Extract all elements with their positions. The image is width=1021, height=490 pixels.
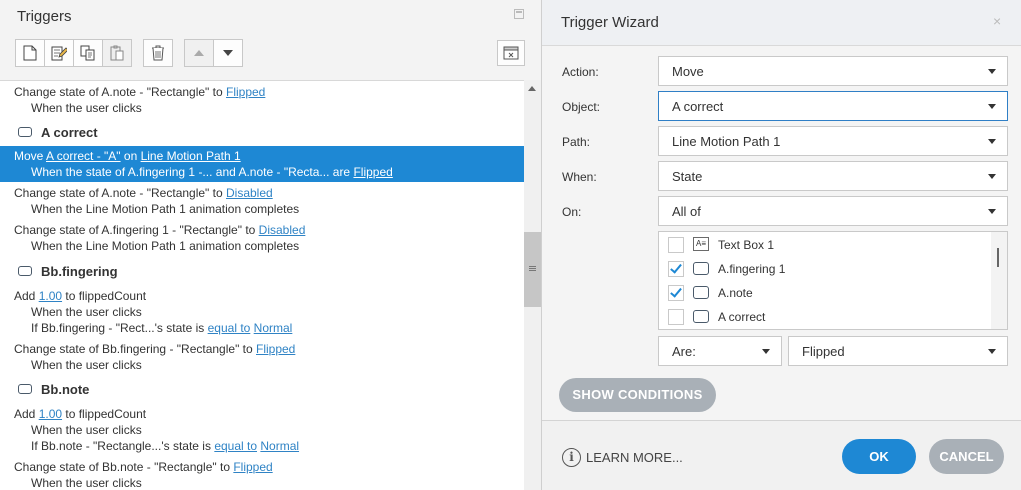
object-select[interactable]: A correct — [658, 91, 1008, 121]
rectangle-icon — [18, 266, 32, 276]
trigger-list-scrollbar[interactable] — [524, 80, 541, 490]
window-close-icon — [503, 46, 519, 60]
scrollbar-thumb[interactable] — [997, 248, 999, 267]
checkmark-icon — [670, 261, 682, 274]
triggers-panel-title: Triggers — [17, 8, 72, 25]
chevron-down-icon — [988, 69, 996, 74]
ok-button[interactable]: OK — [842, 439, 916, 474]
paste-icon — [110, 45, 124, 61]
move-down-button[interactable] — [213, 39, 243, 67]
chevron-down-icon — [988, 174, 996, 179]
chevron-down-icon — [988, 209, 996, 214]
checkbox[interactable] — [668, 309, 684, 325]
paste-trigger-button[interactable] — [102, 39, 132, 67]
path-link[interactable]: Line Motion Path 1 — [141, 149, 241, 163]
checkbox[interactable] — [668, 237, 684, 253]
rectangle-icon — [693, 262, 709, 275]
wizard-footer: i LEARN MORE... OK CANCEL — [542, 420, 1021, 490]
trigger-row[interactable]: Add 1.00 to flippedCount When the user c… — [0, 287, 524, 337]
value-link[interactable]: 1.00 — [39, 407, 62, 421]
wizard-title: Trigger Wizard — [561, 14, 659, 31]
path-label: Path: — [562, 135, 591, 149]
trigger-group-header[interactable]: A correct — [0, 125, 524, 143]
chevron-down-icon — [762, 349, 770, 354]
trigger-row[interactable]: Change state of Bb.fingering - "Rectangl… — [0, 340, 524, 374]
edit-trigger-button[interactable] — [44, 39, 74, 67]
trigger-row[interactable]: Change state of Bb.note - "Rectangle" to… — [0, 458, 524, 490]
trigger-row[interactable]: Add 1.00 to flippedCount When the user c… — [0, 405, 524, 455]
restore-panel-icon[interactable] — [514, 9, 524, 19]
new-document-icon — [23, 45, 37, 61]
object-checklist: A≡ Text Box 1 A.fingering 1 A.note A cor… — [658, 231, 1008, 330]
operator-link[interactable]: equal to — [214, 439, 257, 453]
triggers-toolbar — [15, 39, 243, 67]
edit-icon — [51, 46, 67, 61]
learn-more-link[interactable]: LEARN MORE... — [586, 450, 683, 465]
grip-icon — [529, 266, 536, 267]
state-link[interactable]: Normal — [254, 321, 293, 335]
info-icon[interactable]: i — [562, 448, 581, 467]
on-select[interactable]: All of — [658, 196, 1008, 226]
object-checklist-item[interactable]: A≡ Text Box 1 — [659, 233, 991, 257]
object-link[interactable]: A correct - "A" — [46, 149, 121, 163]
copy-trigger-button[interactable] — [73, 39, 103, 67]
operator-link[interactable]: equal to — [208, 321, 251, 335]
trigger-options-button[interactable] — [497, 40, 525, 66]
state-link[interactable]: Flipped — [353, 165, 392, 179]
object-label: Object: — [562, 100, 601, 114]
state-link[interactable]: Disabled — [259, 223, 306, 237]
when-label: When: — [562, 170, 597, 184]
text-box-icon: A≡ — [693, 237, 709, 251]
are-select[interactable]: Are: — [658, 336, 782, 366]
action-label: Action: — [562, 65, 599, 79]
trigger-group-header[interactable]: Bb.fingering — [0, 264, 524, 282]
copy-icon — [80, 45, 95, 61]
object-checklist-item[interactable]: A.fingering 1 — [659, 257, 991, 281]
value-link[interactable]: 1.00 — [39, 289, 62, 303]
trigger-row[interactable]: Change state of A.fingering 1 - "Rectang… — [0, 221, 524, 255]
rectangle-icon — [18, 127, 32, 137]
trigger-wizard: Trigger Wizard × Action: Move Object: A … — [541, 0, 1021, 490]
checkmark-icon — [670, 285, 682, 298]
close-icon[interactable]: × — [993, 13, 1001, 29]
when-select[interactable]: State — [658, 161, 1008, 191]
move-up-button[interactable] — [184, 39, 214, 67]
cancel-button[interactable]: CANCEL — [929, 439, 1004, 474]
action-select[interactable]: Move — [658, 56, 1008, 86]
new-trigger-button[interactable] — [15, 39, 45, 67]
rectangle-icon — [18, 384, 32, 394]
trash-icon — [152, 45, 164, 61]
on-label: On: — [562, 205, 582, 219]
show-conditions-button[interactable]: SHOW CONDITIONS — [559, 378, 716, 412]
scroll-up-arrow-icon[interactable] — [528, 86, 536, 91]
rectangle-icon — [693, 286, 709, 299]
wizard-header: Trigger Wizard × — [542, 0, 1021, 46]
arrow-down-icon — [223, 50, 233, 56]
checkbox-checked[interactable] — [668, 261, 684, 277]
chevron-down-icon — [988, 349, 996, 354]
object-checklist-item[interactable]: A.note — [659, 281, 991, 305]
state-link[interactable]: Flipped — [226, 85, 265, 99]
rectangle-icon — [693, 310, 709, 323]
state-link[interactable]: Normal — [260, 439, 299, 453]
state-link[interactable]: Flipped — [233, 460, 272, 474]
arrow-up-icon — [194, 50, 204, 56]
state-link[interactable]: Flipped — [256, 342, 295, 356]
trigger-row[interactable]: Change state of A.note - "Rectangle" to … — [0, 83, 524, 117]
state-select[interactable]: Flipped — [788, 336, 1008, 366]
delete-trigger-button[interactable] — [143, 39, 173, 67]
checklist-scrollbar[interactable] — [991, 232, 1007, 329]
triggers-panel: Triggers Change state of A.note - "Recta — [0, 0, 541, 490]
trigger-row-selected[interactable]: Move A correct - "A" on Line Motion Path… — [0, 146, 524, 182]
scrollbar-thumb[interactable] — [524, 232, 541, 307]
trigger-group-header[interactable]: Bb.note — [0, 382, 524, 400]
checkbox-checked[interactable] — [668, 285, 684, 301]
path-select[interactable]: Line Motion Path 1 — [658, 126, 1008, 156]
state-link[interactable]: Disabled — [226, 186, 273, 200]
chevron-down-icon — [988, 104, 996, 109]
object-checklist-item[interactable]: A correct — [659, 305, 991, 329]
trigger-row[interactable]: Change state of A.note - "Rectangle" to … — [0, 185, 524, 219]
chevron-down-icon — [988, 139, 996, 144]
trigger-list: Change state of A.note - "Rectangle" to … — [0, 80, 524, 490]
